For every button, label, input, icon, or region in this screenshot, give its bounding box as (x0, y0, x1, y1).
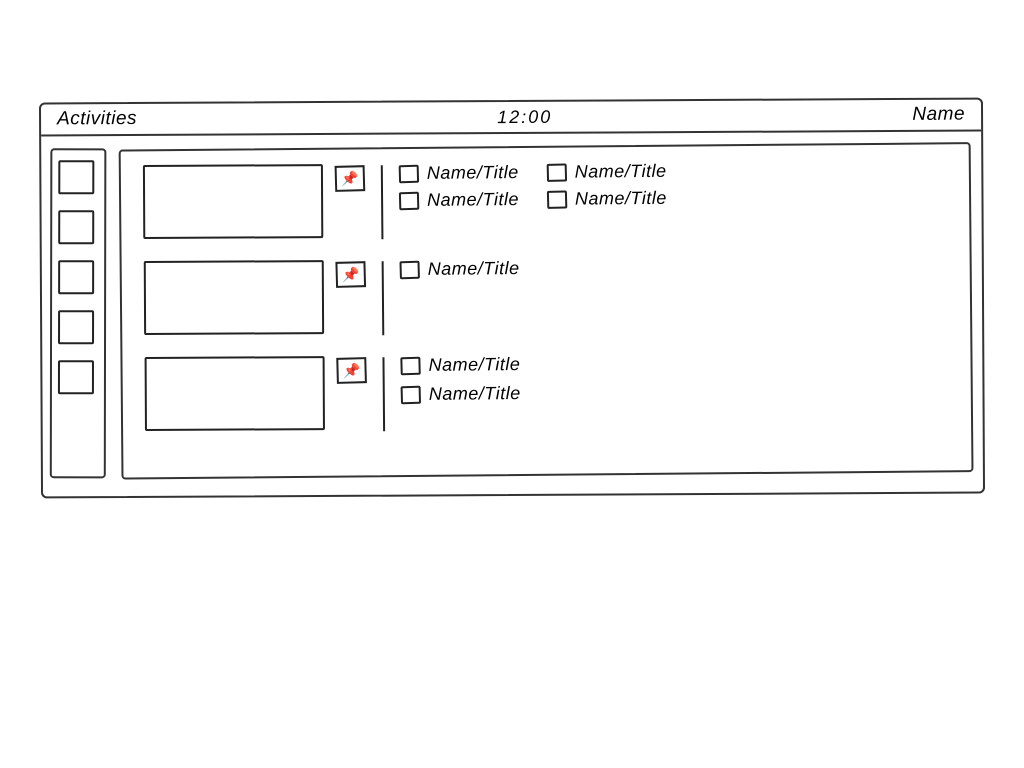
window-icon (399, 260, 419, 279)
activities-label[interactable]: Activities (57, 108, 137, 130)
dash-app-icon[interactable] (58, 210, 94, 244)
window-icon (401, 385, 421, 404)
window-title: Name/Title (575, 188, 667, 210)
overview-area: 📌 Name/Title Name/Title Name/Title (41, 132, 983, 497)
dash-app-icon[interactable] (58, 260, 94, 294)
window-item[interactable]: Name/Title (547, 188, 667, 210)
pin-button[interactable]: 📌 (335, 165, 366, 192)
window-icon (399, 191, 419, 210)
workspace-row: 📌 Name/Title Name/Title Name/Title (143, 158, 952, 243)
window-list: Name/Title Name/Title Name/Title Name/Ti… (399, 161, 667, 211)
pin-button[interactable]: 📌 (336, 357, 367, 384)
workspace-thumbnail[interactable] (145, 356, 325, 431)
desktop-shell: Activities 12:00 Name 📌 Na (39, 98, 985, 499)
dash-app-icon[interactable] (58, 310, 94, 344)
workspace-list: 📌 Name/Title Name/Title Name/Title (119, 142, 974, 479)
workspace-thumbnail[interactable] (143, 164, 323, 239)
window-title: Name/Title (427, 189, 519, 211)
dash-app-icon[interactable] (58, 360, 94, 394)
clock-label[interactable]: 12:00 (497, 106, 552, 127)
window-item[interactable]: Name/Title (401, 383, 521, 405)
pin-icon: 📌 (343, 362, 361, 379)
top-panel: Activities 12:00 Name (41, 100, 981, 137)
window-list: Name/Title (400, 258, 520, 280)
divider (382, 357, 385, 431)
window-item[interactable]: Name/Title (400, 354, 520, 376)
window-icon (547, 190, 567, 209)
window-icon (400, 356, 420, 375)
divider (382, 261, 385, 335)
window-title: Name/Title (428, 258, 520, 280)
window-list: Name/Title Name/Title (400, 354, 520, 405)
workspace-row: 📌 Name/Title (144, 254, 953, 339)
pin-icon: 📌 (341, 170, 359, 187)
window-title: Name/Title (428, 354, 520, 376)
window-title: Name/Title (427, 162, 519, 184)
window-title: Name/Title (429, 383, 521, 405)
window-item[interactable]: Name/Title (547, 161, 667, 183)
window-title: Name/Title (575, 161, 667, 183)
pin-icon: 📌 (342, 266, 360, 283)
pin-button[interactable]: 📌 (335, 261, 366, 288)
window-item[interactable]: Name/Title (399, 189, 519, 211)
user-menu-label[interactable]: Name (912, 104, 965, 126)
window-item[interactable]: Name/Title (400, 258, 520, 280)
workspace-row: 📌 Name/Title Name/Title (144, 350, 953, 435)
window-icon (399, 164, 419, 183)
window-item[interactable]: Name/Title (399, 162, 519, 184)
window-icon (547, 163, 567, 182)
workspace-thumbnail[interactable] (144, 260, 324, 335)
dash-sidebar (50, 148, 107, 478)
divider (381, 165, 384, 239)
dash-app-icon[interactable] (58, 160, 94, 194)
